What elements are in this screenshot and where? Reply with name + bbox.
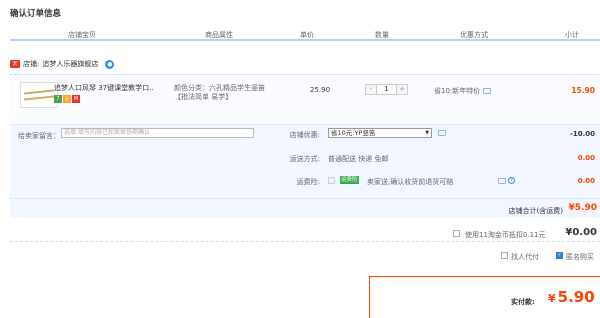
shop-row: 天 店铺: 追梦人乐器旗舰店 ● [10,57,115,71]
payment-box: 实付款: ¥5.90 [369,276,600,318]
column-subtotal: 小计 [565,31,579,39]
shipping-label: 运送方式: [289,155,320,163]
seven-day-return-badge: 7 [54,95,62,103]
insurance-row: 运费险: 运费险 卖家送,确认收货前退货可赔 ? 0.00 [10,175,600,187]
anonymous-checkbox[interactable] [556,252,563,259]
order-item: 追梦人口风琴 37键课堂教学口... 7 ◎ M 颜色分类：六孔精品学生竖笛【指… [10,74,600,124]
tmall-icon: 天 [10,60,20,68]
item-price: 25.90 [310,86,331,94]
insurance-text: 卖家送,确认收货前退货可赔 [367,178,454,186]
column-discount: 优惠方式 [460,31,488,39]
item-promo: 省10:新年特价 [434,86,492,96]
chat-icon[interactable] [438,130,446,136]
quantity-stepper: - 1 + [365,84,408,95]
recorder-image-part [23,95,55,101]
quantity-increase-button[interactable]: + [397,85,407,94]
column-shop-item: 店铺宝贝 [68,31,96,39]
coin-row: 使用11淘金币抵扣0.11元 ¥0.00 [10,226,600,242]
shop-discount-selected: 省10元:YP竖笛 [331,129,376,137]
item-badges: 7 ◎ M [54,95,80,103]
shop-name-link[interactable]: 追梦人乐器旗舰店 [42,59,98,69]
anonymous-label: 匿名购买 [566,253,594,261]
insurance-value: 0.00 [577,177,595,185]
insurance-checkbox[interactable] [328,177,335,184]
insurance-label: 运费险: [296,178,320,186]
chat-icon[interactable] [498,178,506,184]
quantity-input[interactable]: 1 [376,85,397,94]
proxy-pay-checkbox[interactable] [501,252,508,259]
quantity-decrease-button[interactable]: - [366,85,376,94]
shop-total-label: 店铺合计(含运费) [508,207,563,215]
shop-total-value: ¥5.90 [568,203,597,213]
table-header: 店铺宝贝 商品属性 单价 数量 优惠方式 小计 [10,27,600,41]
contact-seller-icon[interactable]: ● [105,59,115,69]
shop-discount-label: 店铺优惠: [289,131,320,139]
column-attributes: 商品属性 [205,31,233,39]
proxy-pay-label: 找人代付 [511,253,539,261]
credit-card-badge: M [72,95,80,103]
help-icon[interactable]: ? [508,177,515,184]
payment-amount: 5.90 [557,288,595,306]
page-title: 确认订单信息 [10,9,62,19]
item-subtotal: 15.90 [571,86,595,95]
item-attribute: 颜色分类：六孔精品学生竖笛【指法简单 易学】 [174,84,265,101]
coin-text: 使用11淘金币抵扣0.11元 [465,231,546,239]
dropdown-arrow-icon: ▼ [425,130,429,136]
shop-total-bar: 店铺合计(含运费) ¥5.90 [10,198,600,218]
item-thumbnail[interactable] [20,82,58,108]
shipping-value: 0.00 [577,154,595,162]
shipping-text: 普通配送 快递 免邮 [328,155,389,163]
promo-text: 省10:新年特价 [434,87,481,95]
payment-value: ¥5.90 [548,288,595,306]
column-price: 单价 [300,31,314,39]
guarantee-badge: ◎ [63,95,71,103]
coin-checkbox[interactable] [453,230,460,237]
column-quantity: 数量 [375,31,389,39]
coin-value: ¥0.00 [565,227,597,238]
payment-label: 实付款: [511,298,535,306]
chat-icon[interactable] [483,88,492,94]
shop-discount-select[interactable]: 省10元:YP竖笛 ▼ [328,128,432,138]
purchase-options-row: 找人代付 匿名购买 [10,249,600,263]
shop-discount-value: -10.00 [569,130,595,138]
insurance-tag: 运费险 [340,176,359,184]
recorder-image-part [23,89,55,95]
shop-label: 店铺: [23,60,40,68]
shop-discount-row: 店铺优惠: 省10元:YP竖笛 ▼ -10.00 [10,128,600,140]
shipping-row: 运送方式: 普通配送 快递 免邮 0.00 [10,152,600,164]
currency-symbol: ¥ [548,292,556,305]
item-title-link[interactable]: 追梦人口风琴 37键课堂教学口... [54,84,154,93]
